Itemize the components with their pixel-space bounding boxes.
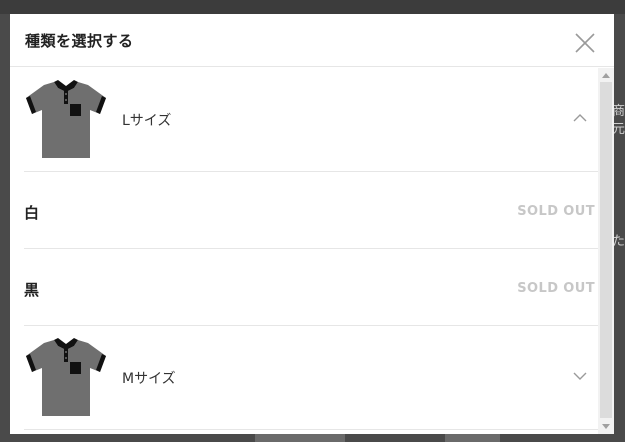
chevron-up-icon[interactable]: [572, 110, 588, 126]
color-option-black: 黒 SOLD OUT: [24, 249, 598, 326]
size-row-m[interactable]: Mサイズ: [24, 326, 598, 430]
size-label: Lサイズ: [122, 113, 172, 129]
sold-out-badge: SOLD OUT: [517, 281, 595, 296]
variant-list: Lサイズ 白 SOLD OUT 黒 SOLD OUT Mサイズ: [24, 68, 598, 430]
backdrop: [0, 0, 625, 14]
size-row-l[interactable]: Lサイズ: [24, 68, 598, 172]
color-label: 黒: [24, 281, 40, 299]
dialog-title: 種類を選択する: [25, 32, 134, 50]
dialog-header: 種類を選択する: [10, 14, 614, 67]
chevron-down-icon[interactable]: [572, 368, 588, 384]
dialog-body: Lサイズ 白 SOLD OUT 黒 SOLD OUT Mサイズ: [10, 68, 614, 434]
close-button[interactable]: [570, 28, 600, 58]
polo-shirt-icon: [26, 80, 106, 158]
close-icon: [575, 33, 595, 53]
scrollbar[interactable]: [598, 68, 614, 434]
polo-shirt-icon: [26, 338, 106, 416]
scroll-down-arrow-icon[interactable]: [602, 424, 610, 430]
scroll-up-arrow-icon[interactable]: [602, 72, 610, 78]
size-label: Mサイズ: [122, 371, 176, 387]
color-label: 白: [24, 204, 40, 222]
scroll-thumb[interactable]: [600, 82, 612, 418]
variant-select-dialog: 種類を選択する Lサイズ 白 SOLD OUT 黒 SOLD OUT Mサイズ: [10, 14, 614, 434]
color-option-white: 白 SOLD OUT: [24, 172, 598, 249]
sold-out-badge: SOLD OUT: [517, 204, 595, 219]
